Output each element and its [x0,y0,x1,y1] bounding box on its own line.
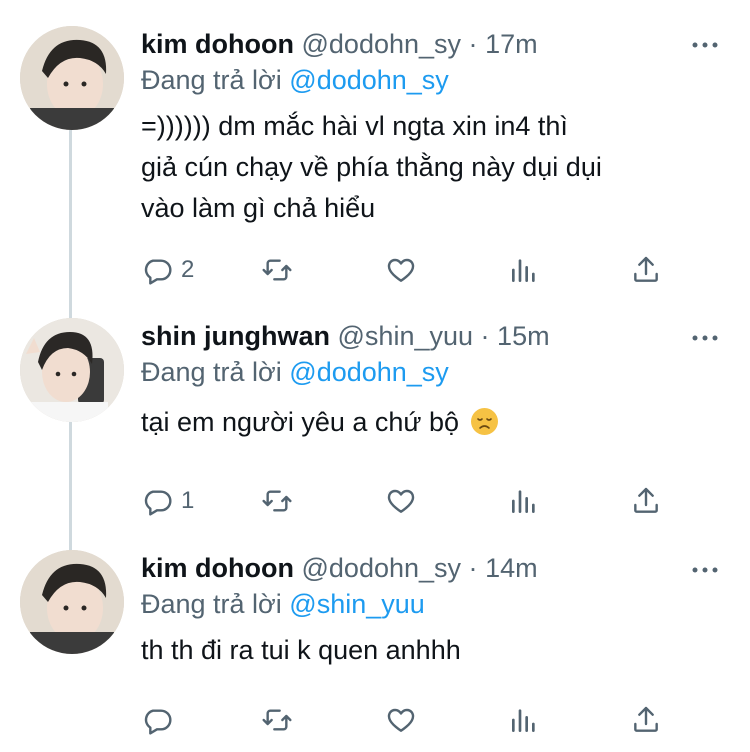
retweet-button[interactable] [261,481,293,521]
tweet-text-line: th th đi ra tui k quen anhhh [141,635,461,665]
analytics-button[interactable] [508,700,540,740]
user-handle[interactable]: @shin_yuu [338,321,474,351]
share-button[interactable] [630,250,662,290]
tweet-text: =)))))) dm mắc hài vl ngta xin in4 thì g… [141,106,730,229]
reply-mention[interactable]: @dodohn_sy [289,357,449,387]
like-button[interactable] [385,700,417,740]
reply-context: Đang trả lời @dodohn_sy [141,354,730,390]
like-button[interactable] [385,481,417,521]
reply-prefix: Đang trả lời [141,65,282,95]
more-icon[interactable] [690,323,720,353]
tweet-header: shin junghwan @shin_yuu · 15m [141,318,730,354]
reply-button[interactable] [141,700,181,740]
reply-prefix: Đang trả lời [141,589,282,619]
reply-prefix: Đang trả lời [141,357,282,387]
retweet-icon [262,709,292,731]
timestamp[interactable]: 15m [497,321,550,351]
more-icon[interactable] [690,555,720,585]
retweet-button[interactable] [261,250,293,290]
reply-icon [144,259,172,285]
tweet-text-line: giả cún chạy về phía thằng này dụi dụi [141,152,602,182]
reply-context: Đang trả lời @dodohn_sy [141,62,730,98]
timestamp[interactable]: 17m [485,29,538,59]
share-icon [634,256,658,282]
retweet-icon [262,259,292,281]
tweet-text-line: tại em người yêu a chứ bộ [141,407,460,437]
analytics-button[interactable] [508,481,540,521]
reply-icon [144,709,172,735]
avatar[interactable] [20,550,124,654]
tweet-text-line: vào làm gì chả hiểu [141,193,376,223]
heart-icon [387,489,415,513]
tweet-actions: 1 [141,481,681,521]
display-name[interactable]: shin junghwan [141,321,330,351]
analytics-icon [512,490,535,513]
heart-icon [387,258,415,282]
tweet-header: kim dohoon @dodohn_sy · 14m [141,550,730,586]
disappointed-face-icon [470,408,498,435]
separator-dot: · [480,321,490,351]
share-icon [634,706,658,732]
reply-button[interactable]: 2 [141,250,194,290]
more-icon[interactable] [690,30,720,60]
share-button[interactable] [630,700,662,740]
reply-icon [144,490,172,516]
tweet-header: kim dohoon @dodohn_sy · 17m [141,26,730,62]
retweet-button[interactable] [261,700,293,740]
display-name[interactable]: kim dohoon [141,553,294,583]
tweet-text-line: =)))))) dm mắc hài vl ngta xin in4 thì [141,111,568,141]
analytics-icon [512,259,535,282]
tweet-text: th th đi ra tui k quen anhhh [141,630,730,671]
analytics-button[interactable] [508,250,540,290]
timestamp[interactable]: 14m [485,553,538,583]
tweet-actions [141,700,681,740]
reply-mention[interactable]: @dodohn_sy [289,65,449,95]
tweet-actions: 2 [141,250,681,290]
avatar[interactable] [20,318,124,422]
user-handle[interactable]: @dodohn_sy [302,553,462,583]
reply-count: 1 [181,487,195,514]
reply-count: 2 [181,256,195,283]
separator-dot: · [468,29,478,59]
user-handle[interactable]: @dodohn_sy [302,29,462,59]
reply-mention[interactable]: @shin_yuu [289,589,425,619]
reply-button[interactable]: 1 [141,481,194,521]
separator-dot: · [468,553,478,583]
like-button[interactable] [385,250,417,290]
display-name[interactable]: kim dohoon [141,29,294,59]
share-icon [634,487,658,513]
retweet-icon [262,490,292,512]
avatar[interactable] [20,26,124,130]
heart-icon [387,708,415,732]
share-button[interactable] [630,481,662,521]
analytics-icon [512,709,535,732]
tweet-text: tại em người yêu a chứ bộ [141,402,730,443]
reply-context: Đang trả lời @shin_yuu [141,586,730,622]
